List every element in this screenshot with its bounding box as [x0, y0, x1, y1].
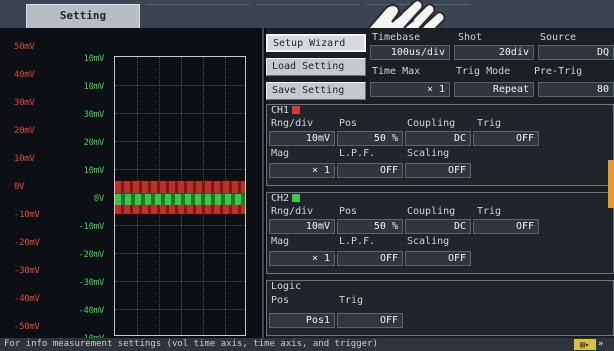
ch1-lpf-value[interactable]: OFF: [337, 163, 403, 178]
ch1-scale-label: 0V: [14, 182, 25, 192]
status-bar: For info measurement settings (vol time …: [0, 338, 614, 351]
ch1-trig-value[interactable]: OFF: [473, 131, 539, 146]
ch2-trig-value[interactable]: OFF: [473, 219, 539, 234]
timebase-value[interactable]: 100us/div: [370, 45, 450, 60]
ch2-title: CH2: [271, 193, 290, 204]
ch2-range-value[interactable]: 10mV: [269, 219, 335, 234]
ch2-scale-label: -10mV: [78, 222, 104, 232]
ch2-scale-label: 10mV: [83, 166, 105, 176]
ch2-mag-value[interactable]: × 1: [269, 251, 335, 266]
page-icon[interactable]: ▤▸: [574, 339, 596, 350]
save-setting-button[interactable]: Save Setting: [266, 82, 366, 100]
waveform-panel: 50mV 40mV 30mV 20mV 10mV 0V -10mV -20mV -30mV -40…: [0, 28, 264, 344]
shot-value[interactable]: 20div: [454, 45, 534, 60]
source-value[interactable]: DQ: [538, 45, 614, 60]
waveform-grid: [114, 56, 246, 336]
ch2-scale-label: -40mV: [78, 306, 104, 316]
tab-setting[interactable]: Setting: [26, 4, 140, 28]
ch1-settings-group: CH1 Rng/div Pos Coupling Trig 10mV 50 % …: [266, 104, 614, 186]
ch2-lpf-header: L.P.F.: [339, 236, 376, 247]
pretrig-value[interactable]: 80: [538, 82, 614, 97]
ch1-trig-header: Trig: [477, 118, 502, 129]
ch1-scale-label: -40mV: [14, 294, 40, 304]
logic-trig-header: Trig: [339, 295, 364, 306]
ch2-mag-header: Mag: [271, 236, 290, 247]
ch1-color-marker: [292, 106, 301, 114]
source-header: Source: [540, 32, 577, 43]
ch2-lpf-value[interactable]: OFF: [337, 251, 403, 266]
ch2-scale-label: 10mV: [83, 82, 105, 92]
ch2-waveform: [115, 193, 245, 205]
ch1-mag-value[interactable]: × 1: [269, 163, 335, 178]
ch2-scaling-header: Scaling: [407, 236, 450, 247]
ch2-scale-label: 0V: [93, 194, 105, 204]
ch2-scaling-value[interactable]: OFF: [405, 251, 471, 266]
ch1-lpf-header: L.P.F.: [339, 148, 376, 159]
ch1-scale-label: 20mV: [14, 126, 35, 136]
trigmode-value[interactable]: Repeat: [454, 82, 534, 97]
ch1-mag-header: Mag: [271, 148, 290, 159]
side-scroll-tab[interactable]: [608, 160, 614, 208]
ch1-scale-label: 10mV: [14, 154, 35, 164]
ch1-scale-label: 40mV: [14, 70, 35, 80]
ch1-scale-label: -30mV: [14, 266, 40, 276]
logic-settings-group: Logic Pos Trig Pos1 OFF: [266, 280, 614, 336]
ch1-scaling-value[interactable]: OFF: [405, 163, 471, 178]
logic-trig-value[interactable]: OFF: [337, 313, 403, 328]
load-setting-button[interactable]: Load Setting: [266, 58, 366, 76]
trigmode-header: Trig Mode: [456, 66, 511, 77]
ch1-range-value[interactable]: 10mV: [269, 131, 335, 146]
forward-arrow-icon[interactable]: »: [598, 339, 612, 350]
ch1-pos-header: Pos: [339, 118, 358, 129]
pretrig-header: Pre-Trig: [534, 66, 583, 77]
ch1-coupling-header: Coupling: [407, 118, 456, 129]
ch1-waveform: [115, 181, 245, 193]
ch2-scale-label: 20mV: [83, 138, 105, 148]
ch1-scale-label: 50mV: [14, 42, 35, 52]
ch2-pos-header: Pos: [339, 206, 358, 217]
ch2-range-header: Rng/div: [271, 206, 314, 217]
logic-title: Logic: [271, 281, 302, 292]
ch2-trig-header: Trig: [477, 206, 502, 217]
ch2-settings-group: CH2 Rng/div Pos Coupling Trig 10mV 50 % …: [266, 192, 614, 274]
tab-3[interactable]: [256, 4, 360, 28]
ch1-scale-label: -50mV: [14, 322, 40, 332]
shot-header: Shot: [458, 32, 483, 43]
logic-pos-value[interactable]: Pos1: [269, 313, 335, 328]
ch1-scale-label: 30mV: [14, 98, 35, 108]
setup-wizard-button[interactable]: Setup Wizard: [266, 34, 366, 52]
ch1-pos-value[interactable]: 50 %: [337, 131, 403, 146]
logic-pos-header: Pos: [271, 295, 290, 306]
settings-panel: Setup Wizard Load Setting Save Setting T…: [266, 28, 614, 338]
ch2-coupling-header: Coupling: [407, 206, 456, 217]
ch2-coupling-value[interactable]: DC: [405, 219, 471, 234]
timebase-header: Timebase: [372, 32, 421, 43]
tab-bar: Setting: [0, 0, 614, 28]
ch2-color-marker: [292, 194, 301, 202]
ch1-scaling-header: Scaling: [407, 148, 450, 159]
ch1-scale-label: -10mV: [14, 210, 40, 220]
ch2-scale-label: -20mV: [78, 250, 104, 260]
timemax-header: Time Max: [372, 66, 421, 77]
ch2-scale-label: -30mV: [78, 278, 104, 288]
ch2-scale-label: 30mV: [83, 110, 105, 120]
status-text: For info measurement settings (vol time …: [4, 339, 378, 349]
ch2-scale-label: 10mV: [83, 54, 105, 64]
ch2-pos-value[interactable]: 50 %: [337, 219, 403, 234]
ch1-range-header: Rng/div: [271, 118, 314, 129]
ch1-coupling-value[interactable]: DC: [405, 131, 471, 146]
ch1-scale-label: -20mV: [14, 238, 40, 248]
timemax-value[interactable]: × 1: [370, 82, 450, 97]
tab-2[interactable]: [146, 4, 250, 28]
ch1-title: CH1: [271, 105, 290, 116]
